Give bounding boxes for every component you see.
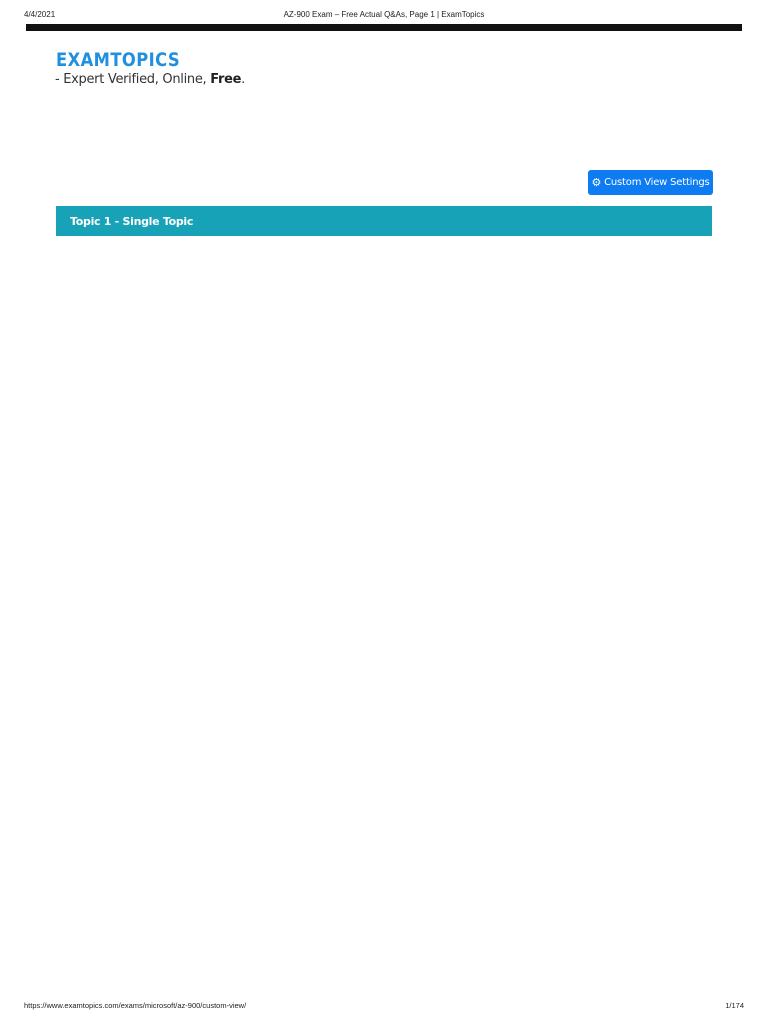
topic-title: Topic 1 - Single Topic [70,214,194,228]
print-footer-page-number: 1/174 [725,1001,744,1010]
gear-icon: ⚙ [591,176,602,189]
tagline-prefix: - Expert Verified, Online, [55,72,211,87]
tagline-bold: Free [210,72,242,87]
print-header-title: AZ-900 Exam – Free Actual Q&As, Page 1 |… [283,10,485,19]
tagline-suffix: . [241,72,245,87]
examtopics-logo[interactable]: EXAMTOPICS [56,46,182,72]
print-footer-url: https://www.examtopics.com/exams/microso… [24,1001,247,1010]
custom-view-settings-button[interactable]: ⚙ Custom View Settings [588,170,713,195]
examtopics-logo-mark: EXAMTOPICS [56,49,180,71]
top-divider-bar [26,24,742,31]
topic-header: Topic 1 - Single Topic [56,206,712,236]
svg-text:EXAMTOPICS: EXAMTOPICS [56,49,180,71]
tagline: - Expert Verified, Online, Free. [55,72,245,87]
custom-view-settings-label: Custom View Settings [604,177,710,188]
